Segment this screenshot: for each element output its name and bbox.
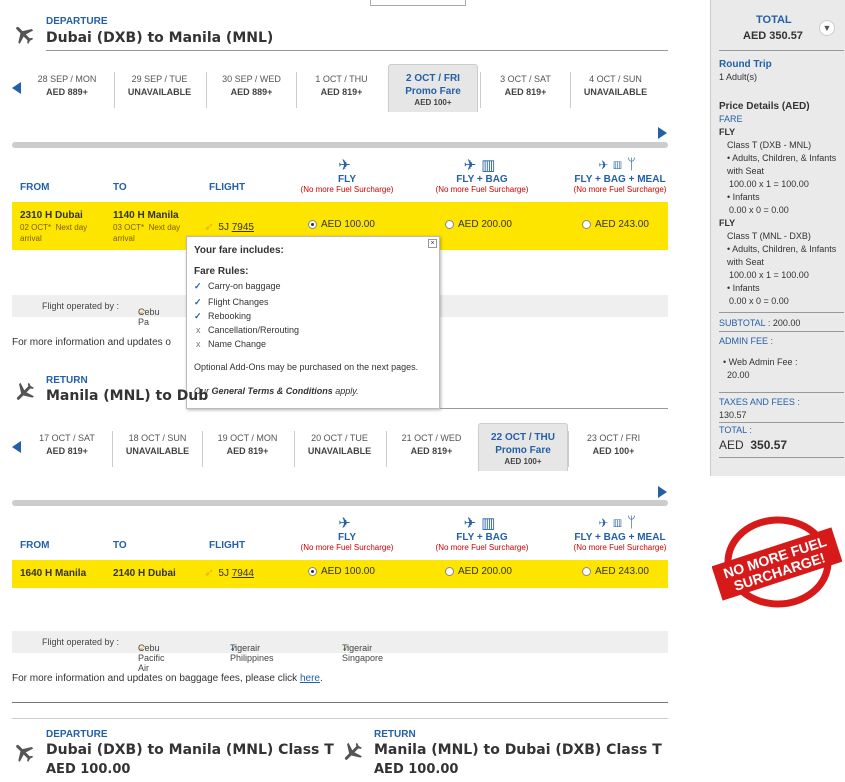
date-option-selected[interactable]: 22 OCT / THU Promo Fare AED 100+: [478, 423, 568, 471]
fare-option-fly-bag[interactable]: AED 200.00: [445, 566, 512, 577]
radio: [445, 566, 454, 576]
fare-option-fly-bag-meal[interactable]: AED 243.00: [582, 566, 649, 577]
radio: [582, 566, 591, 576]
date-option[interactable]: 4 OCT / SUN UNAVAILABLE: [570, 72, 660, 108]
date-scrollbar[interactable]: [12, 500, 668, 506]
date-option[interactable]: 29 SEP / TUE UNAVAILABLE: [114, 72, 204, 108]
fare-head-fly: ✈ FLY (No more Fuel Surcharge): [282, 514, 412, 552]
date-option[interactable]: 30 SEP / WED AED 889+: [206, 72, 296, 108]
divider: [12, 718, 668, 719]
plane-bag-icon: ✈▥: [463, 157, 501, 174]
date-option[interactable]: 3 OCT / SAT AED 819+: [480, 72, 570, 108]
airline-logo-icon: ➶: [204, 222, 213, 233]
plane-icon: [12, 22, 36, 46]
date-option[interactable]: 19 OCT / MON AED 819+: [202, 431, 292, 467]
top-tab: [370, 0, 466, 6]
summary-departure-price: AED 100.00: [46, 762, 131, 777]
fare-head-fly-bag: ✈▥ FLY + BAG (No more Fuel Surcharge): [417, 514, 547, 552]
more-info-text: For more information and updates on bagg…: [12, 673, 323, 684]
flight-row: 1640 H Manila 2140 H Dubai ➶ 5J 7944 AED …: [12, 560, 668, 588]
divider: [46, 50, 668, 51]
col-to: TO: [113, 182, 127, 193]
summary-return-label: RETURN: [374, 729, 416, 740]
plane-icon: ✈: [338, 157, 356, 174]
divider: [12, 702, 668, 703]
radio-selected: [308, 219, 317, 229]
plane-icon: [12, 740, 36, 764]
date-option[interactable]: 28 SEP / MON AED 889+: [22, 72, 112, 108]
plane-icon: [12, 380, 36, 404]
check-icon: ✓: [194, 311, 202, 321]
departure-date-strip: 28 SEP / MON AED 889+ 29 SEP / TUE UNAVAIL…: [12, 64, 668, 127]
summary-return-route: Manila (MNL) to Dubai (DXB) Class T: [374, 742, 662, 758]
radio: [445, 219, 454, 229]
return-route: Manila (MNL) to Dub: [46, 388, 209, 404]
operated-by-bar: Flight operated by : ➶ Cebu Pacific Air ➶…: [12, 631, 668, 673]
departure-route: Dubai (DXB) to Manila (MNL): [46, 30, 274, 46]
x-icon: x: [196, 339, 201, 349]
date-option[interactable]: 17 OCT / SAT AED 819+: [22, 431, 112, 467]
summary-departure-route: Dubai (DXB) to Manila (MNL) Class T: [46, 742, 334, 758]
airline-logo-icon: ➶: [204, 568, 213, 579]
fare-option-fly-bag[interactable]: AED 200.00: [445, 219, 512, 230]
fare-option-fly-bag-meal[interactable]: AED 243.00: [582, 219, 649, 230]
next-dates-arrow-icon[interactable]: [658, 486, 667, 498]
no-fuel-surcharge-stamp: NO MORE FUEL SURCHARGE!: [712, 516, 842, 608]
close-icon[interactable]: ×: [428, 239, 437, 248]
summary-return-price: AED 100.00: [374, 762, 459, 777]
plane-bag-icon: ✈▥: [463, 515, 501, 532]
plane-bag-meal-icon: ✈▥ᛘ: [598, 514, 641, 531]
here-link[interactable]: here: [300, 673, 320, 684]
col-from: FROM: [20, 540, 50, 551]
chevron-down-icon[interactable]: ▼: [819, 20, 835, 36]
fare-option-fly[interactable]: AED 100.00: [308, 219, 375, 230]
next-dates-arrow-icon[interactable]: [658, 127, 667, 139]
radio: [582, 219, 591, 229]
date-option[interactable]: 18 OCT / SUN UNAVAILABLE: [112, 431, 202, 467]
plane-bag-meal-icon: ✈▥ᛘ: [598, 156, 641, 173]
flight-number-link[interactable]: ➶ 5J 7944: [204, 568, 254, 579]
date-option[interactable]: 23 OCT / FRI AED 100+: [568, 431, 658, 467]
more-info-text: For more information and updates o: [12, 337, 171, 348]
date-scrollbar[interactable]: [12, 142, 668, 148]
fare-includes-popup: × Your fare includes: Fare Rules: ✓ Carry…: [186, 236, 440, 409]
col-flight: FLIGHT: [209, 540, 246, 551]
flight-number-link[interactable]: ➶ 5J 7945: [204, 222, 254, 233]
plane-icon: ✈: [338, 515, 356, 532]
date-option[interactable]: 21 OCT / WED AED 819+: [386, 431, 476, 467]
fare-head-fly-bag-meal: ✈▥ᛘ FLY + BAG + MEAL (No more Fuel Surchar…: [555, 514, 685, 552]
divider: [440, 408, 668, 409]
date-option[interactable]: 20 OCT / TUE UNAVAILABLE: [294, 431, 384, 467]
return-label: RETURN: [46, 375, 88, 386]
summary-departure-label: DEPARTURE: [46, 729, 108, 740]
fare-head-fly-bag: ✈▥ FLY + BAG (No more Fuel Surcharge): [417, 156, 547, 194]
x-icon: x: [196, 325, 201, 335]
fare-head-fly: ✈ FLY (No more Fuel Surcharge): [282, 156, 412, 194]
check-icon: ✓: [194, 297, 202, 307]
plane-icon: [340, 740, 364, 764]
date-option[interactable]: 1 OCT / THU AED 819+: [296, 72, 386, 108]
return-date-strip: 17 OCT / SAT AED 819+ 18 OCT / SUN UNAVAIL…: [12, 423, 668, 486]
col-to: TO: [113, 540, 127, 551]
col-flight: FLIGHT: [209, 182, 246, 193]
departure-label: DEPARTURE: [46, 16, 108, 27]
check-icon: ✓: [194, 281, 202, 291]
radio-selected: [308, 566, 317, 576]
price-sidebar: TOTAL AED 350.57 ▼ Round Trip 1 Adult(s)…: [710, 0, 845, 476]
date-option-selected[interactable]: 2 OCT / FRI Promo Fare AED 100+: [388, 64, 478, 112]
fare-head-fly-bag-meal: ✈▥ᛘ FLY + BAG + MEAL (No more Fuel Surchar…: [555, 156, 685, 194]
terms-link[interactable]: General Terms & Conditions: [212, 386, 333, 396]
col-from: FROM: [20, 182, 50, 193]
fare-option-fly[interactable]: AED 100.00: [308, 566, 375, 577]
